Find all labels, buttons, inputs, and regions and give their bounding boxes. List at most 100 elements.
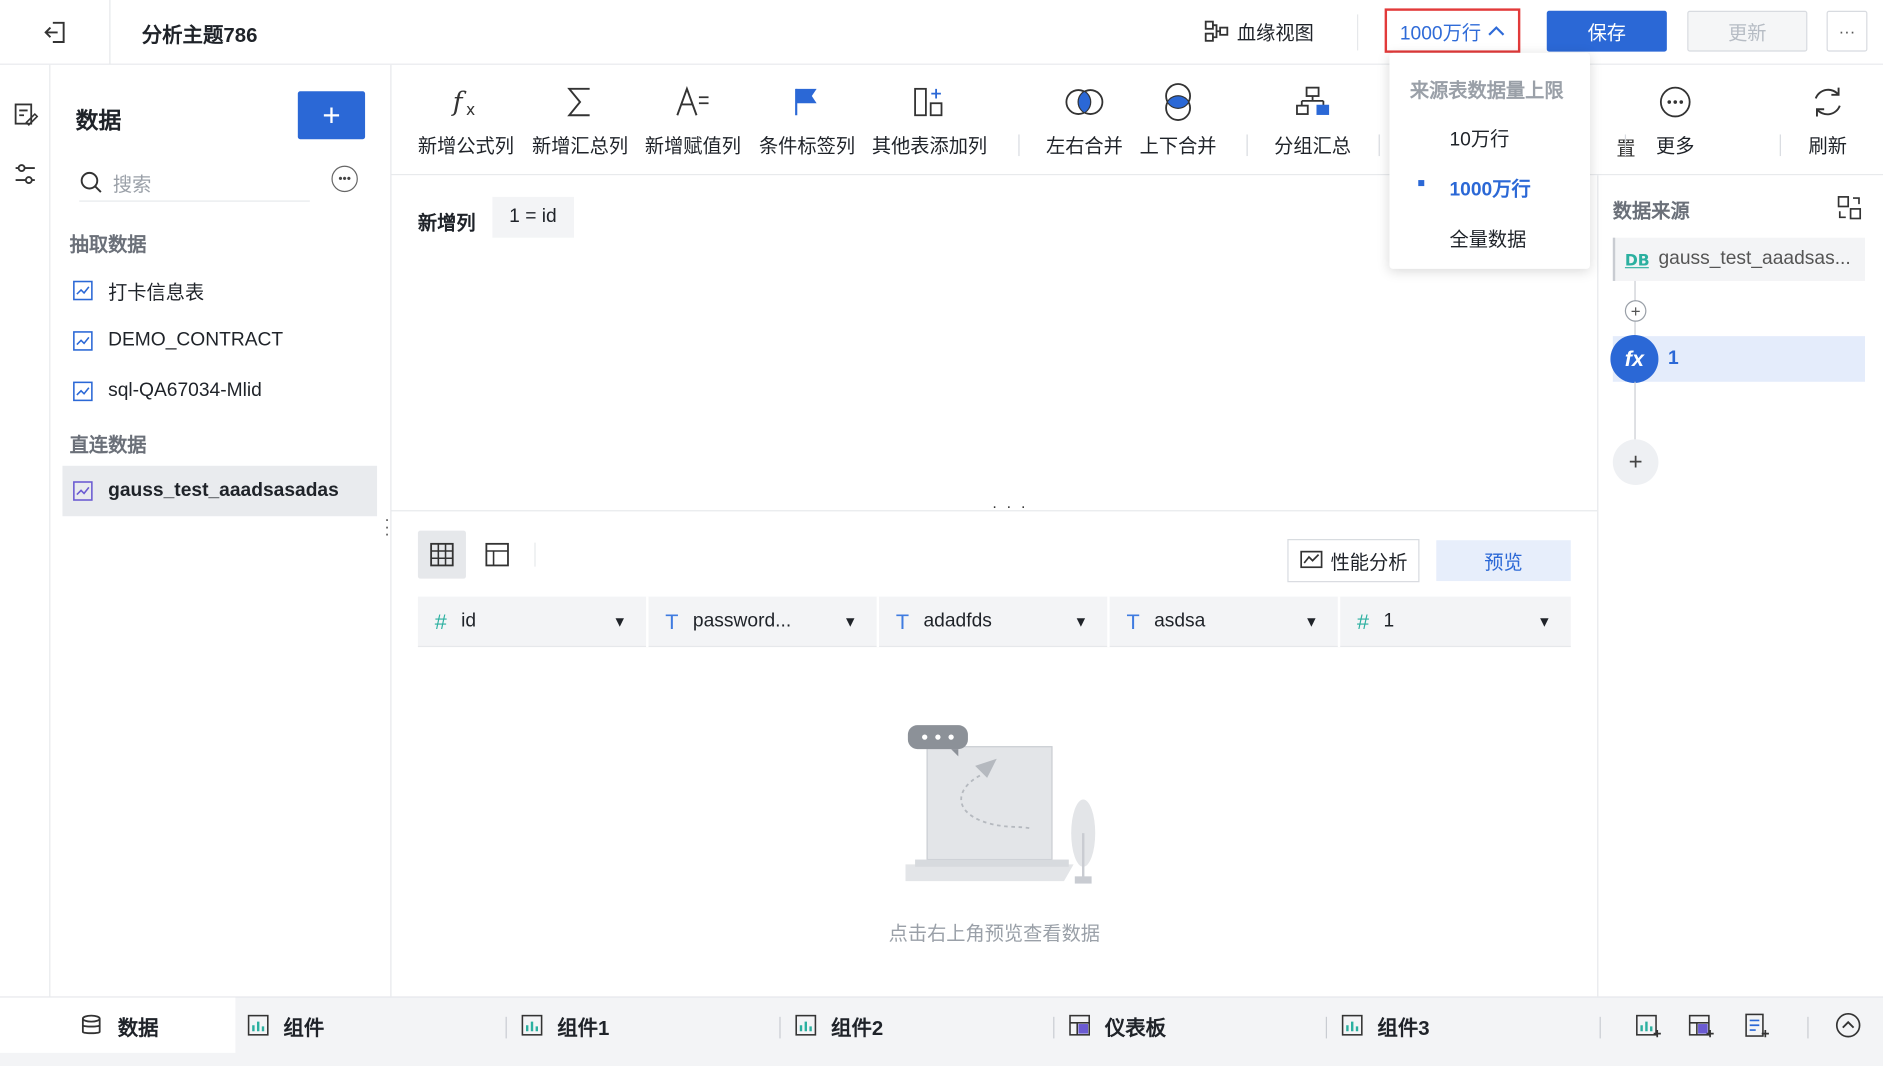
top-bar: 分析主题786 血缘视图 1000万行 保存 更新 ··· [0, 0, 1883, 65]
search-input[interactable]: 搜索 [79, 163, 310, 202]
add-summary-column-button[interactable]: 新增汇总列 [532, 82, 628, 159]
list-item[interactable]: sql-QA67034-Mlid [62, 366, 377, 416]
toolbar-label: 新增赋值列 [644, 136, 741, 158]
refresh-icon [1814, 87, 1841, 117]
divider [1357, 14, 1359, 51]
caret-down-icon[interactable]: ▼ [613, 613, 627, 630]
list-item[interactable]: 打卡信息表 [62, 265, 377, 315]
preview-area: 性能分析 预览 # id ▼ T password... ▼ T adadfds… [391, 511, 1598, 997]
toolbar-label: 左右合并 [1045, 136, 1123, 158]
add-column-icon [914, 87, 943, 117]
caret-down-icon[interactable]: ▼ [1537, 613, 1551, 630]
toolbar-label: 刷新 [1808, 136, 1848, 158]
column-header-id[interactable]: # id ▼ [418, 596, 649, 648]
rail-data-button[interactable] [0, 84, 50, 144]
tab-component-2[interactable]: 组件2 [795, 998, 883, 1053]
add-data-button[interactable]: + [297, 91, 366, 140]
list-item-active[interactable]: gauss_test_aaadsasadas [62, 465, 378, 517]
panel-resize-handle[interactable]: · · · [384, 510, 390, 541]
toolbar-separator [1378, 134, 1380, 157]
list-item-label: sql-QA67034-Mlid [108, 380, 262, 401]
tab-label: 组件 [283, 1016, 325, 1040]
column-header-password[interactable]: T password... ▼ [648, 596, 880, 648]
preview-button[interactable]: 预览 [1436, 540, 1571, 582]
add-column-from-table-button[interactable]: 其他表添加列 [872, 82, 987, 159]
formula-step-icon: fx [1610, 334, 1659, 383]
tab-data[interactable]: 数据 [0, 997, 236, 1053]
flow-step-label: 1 [1668, 348, 1679, 369]
tab-component-3[interactable]: 组件3 [1341, 998, 1430, 1053]
toolbar-label: 条件标签列 [758, 136, 856, 158]
lineage-icon [1204, 20, 1229, 42]
toolbar-label: 更多 [1656, 136, 1695, 158]
more-tools-button[interactable]: 更多 [1656, 82, 1694, 159]
table-chart-icon [73, 381, 93, 402]
toolbar-separator [1779, 134, 1781, 157]
column-header-adadfds[interactable]: T adadfds ▼ [879, 596, 1110, 648]
caret-down-icon[interactable]: ▼ [1074, 613, 1088, 630]
tab-component[interactable]: 组件 [247, 998, 324, 1053]
row-limit-option[interactable]: 全量数据 [1449, 223, 1526, 252]
tab-label: 数据 [117, 1016, 159, 1040]
add-step-button-small[interactable]: + [1624, 300, 1647, 322]
data-source-node[interactable]: DB gauss_test_aaadsas... [1612, 237, 1865, 281]
tab-separator [779, 1016, 781, 1039]
swap-icon[interactable] [1836, 194, 1862, 220]
toolbar-label: 其他表添加列 [871, 136, 988, 158]
add-step-button[interactable]: + [1612, 439, 1659, 486]
merge-top-bottom-button[interactable]: 上下合并 [1140, 82, 1217, 159]
new-column-chip[interactable]: 1 = id [492, 196, 574, 238]
layout-view-button[interactable] [473, 531, 521, 579]
more-options-button[interactable]: ··· [1826, 10, 1868, 52]
tab-label: 组件3 [1377, 1016, 1430, 1040]
bottom-tab-bar: 数据 组件 组件1 组件2 仪表板 组件3 [0, 996, 1883, 1066]
list-item[interactable]: DEMO_CONTRACT [62, 316, 377, 366]
lineage-view-button[interactable]: 血缘视图 [1203, 17, 1314, 46]
row-limit-option-selected[interactable]: 1000万行 [1449, 173, 1530, 202]
tab-label: 组件2 [831, 1016, 884, 1040]
chart-icon [795, 1014, 817, 1036]
group-summary-button[interactable]: 分组汇总 [1274, 82, 1351, 159]
save-button[interactable]: 保存 [1546, 10, 1667, 52]
flow-step-node[interactable]: fx 1 [1610, 334, 1865, 383]
data-source-name: gauss_test_aaadsas... [1658, 248, 1851, 269]
assign-icon [676, 86, 709, 116]
tab-label: 组件1 [557, 1016, 610, 1040]
tab-separator [1053, 1016, 1055, 1039]
merge-left-right-button[interactable]: 左右合并 [1046, 82, 1123, 159]
add-formula-column-button[interactable]: fx 新增公式列 [418, 82, 514, 159]
tab-separator [1599, 1016, 1601, 1039]
column-header-1[interactable]: # 1 ▼ [1340, 597, 1571, 647]
update-button[interactable]: 更新 [1687, 10, 1808, 52]
toolbar-separator [1246, 134, 1248, 157]
add-assign-column-button[interactable]: 新增赋值列 [645, 82, 741, 159]
row-limit-dropdown[interactable]: 1000万行 [1384, 8, 1521, 53]
layout-icon [485, 542, 509, 567]
column-header-asdsa[interactable]: T asdsa ▼ [1110, 596, 1341, 648]
add-dashboard-icon[interactable] [1688, 1012, 1714, 1038]
caret-down-icon[interactable]: ▼ [1304, 613, 1318, 630]
collapse-up-icon[interactable] [1835, 1012, 1861, 1038]
row-limit-option[interactable]: 10万行 [1449, 122, 1509, 151]
rail-settings-button[interactable] [0, 144, 50, 204]
grid-view-button[interactable] [417, 530, 466, 579]
tab-component-1[interactable]: 组件1 [521, 998, 609, 1053]
add-report-icon[interactable] [1744, 1012, 1770, 1038]
exit-icon [43, 21, 65, 43]
refresh-button[interactable]: 刷新 [1809, 82, 1847, 159]
list-item-label: gauss_test_aaadsasadas [108, 480, 339, 501]
condition-tag-column-button[interactable]: 条件标签列 [759, 82, 855, 159]
performance-analysis-button[interactable]: 性能分析 [1287, 539, 1420, 583]
row-limit-menu-header: 来源表数据量上限 [1409, 81, 1564, 103]
more-icon[interactable]: ••• [331, 165, 358, 193]
svg-text:f: f [451, 86, 467, 117]
column-name: asdsa [1154, 611, 1206, 632]
exit-button[interactable] [0, 0, 111, 65]
new-column-label: 新增列 [417, 213, 476, 235]
chart-icon [1341, 1014, 1363, 1036]
add-component-icon[interactable] [1636, 1012, 1662, 1038]
text-type-icon: T [665, 609, 679, 634]
tab-dashboard[interactable]: 仪表板 [1069, 998, 1166, 1053]
caret-down-icon[interactable]: ▼ [843, 613, 857, 630]
data-source-panel: 数据来源 DB gauss_test_aaadsas... + fx 1 + [1597, 175, 1883, 997]
